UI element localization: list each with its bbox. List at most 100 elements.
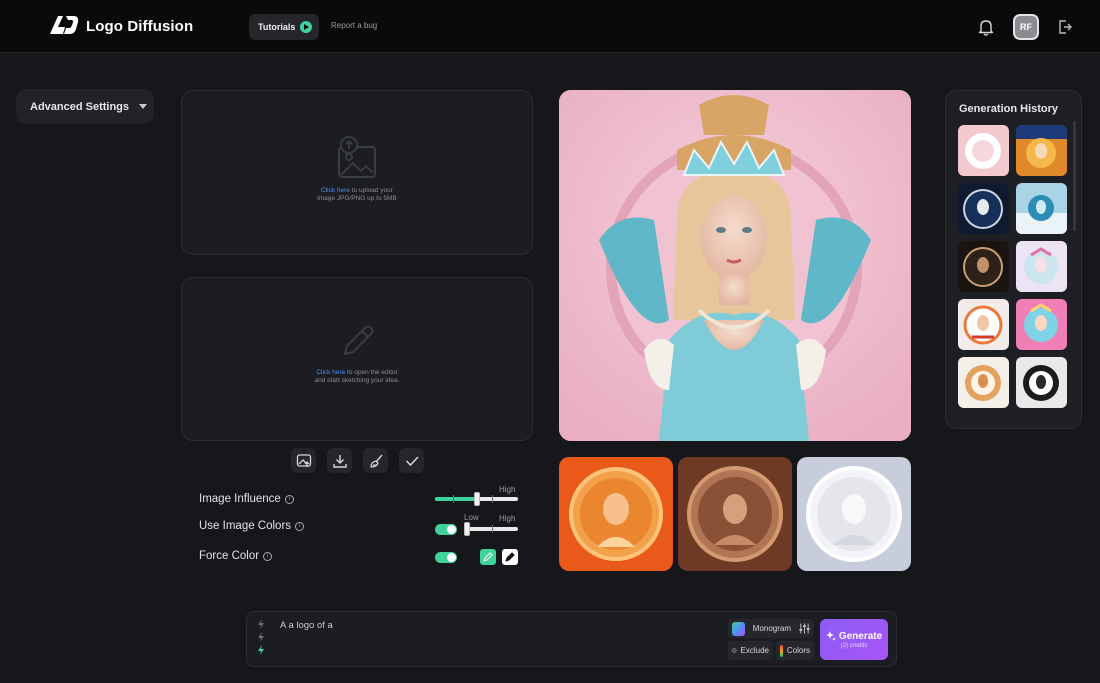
history-thumb-image (963, 305, 1003, 345)
tutorials-label: Tutorials (258, 22, 296, 32)
sparkle-icon (825, 631, 836, 641)
pencil-icon (344, 325, 374, 355)
history-thumb-image (1024, 303, 1058, 342)
advanced-settings-label: Advanced Settings (30, 100, 130, 113)
minus-circle-icon (732, 648, 737, 653)
history-thumb-image (1016, 125, 1067, 168)
prompt-strength-indicator[interactable] (257, 619, 265, 655)
chevron-down-icon (139, 104, 148, 109)
confirm-button[interactable] (399, 448, 424, 473)
history-thumb[interactable] (1016, 299, 1067, 350)
slider-tick (492, 495, 493, 503)
image-influence-row: Image Influence i (199, 493, 294, 505)
history-thumb[interactable] (958, 357, 1009, 408)
report-bug-link[interactable]: Report a bug (331, 21, 377, 30)
top-header: Logo Diffusion Tutorials Report a bug RF (0, 0, 1100, 53)
history-thumb[interactable] (1016, 241, 1067, 292)
generation-history-title: Generation History (959, 103, 1059, 115)
use-image-colors-label: Use Image Colors (199, 520, 292, 532)
check-icon (405, 455, 419, 466)
history-thumb[interactable] (958, 183, 1009, 234)
variant-orange[interactable] (559, 457, 673, 571)
history-thumb-image (1023, 365, 1059, 401)
color-picker-green[interactable] (480, 549, 496, 565)
force-color-label: Force Color (199, 550, 260, 562)
user-avatar[interactable]: RF (1013, 14, 1039, 40)
scrollbar-thumb[interactable] (1073, 121, 1076, 231)
bolt-icon (258, 619, 264, 629)
play-icon (300, 21, 313, 33)
history-thumb[interactable] (958, 299, 1009, 350)
history-thumb-image (965, 365, 1001, 401)
logo-mark-icon (50, 16, 79, 34)
use-image-colors-high-label: High (499, 514, 516, 523)
generate-label: Generate (838, 630, 883, 642)
sketch-click-link[interactable]: Click here (316, 369, 345, 376)
prompt-bar: A a logo of a Monogram Exclude Colors Ge… (246, 611, 897, 667)
monogram-style-icon (732, 621, 745, 636)
color-palette-icon (780, 644, 783, 657)
history-thumb-image (963, 247, 1003, 287)
app-name: Logo Diffusion (86, 17, 194, 35)
advanced-settings-dropdown[interactable]: Advanced Settings (16, 89, 154, 124)
variant-white[interactable] (797, 457, 911, 571)
sketch-editor-area[interactable]: Click here to open the editor and start … (181, 277, 533, 441)
app-logo[interactable]: Logo Diffusion (48, 14, 193, 38)
info-icon[interactable]: i (284, 494, 294, 504)
credits-label: (2) credits (840, 642, 868, 649)
main-generated-image[interactable] (559, 90, 911, 441)
upload-click-link[interactable]: Click here (321, 187, 350, 194)
sliders-icon (799, 623, 810, 634)
download-icon (332, 454, 347, 468)
prompt-input[interactable]: A a logo of a (280, 620, 333, 631)
logout-icon[interactable] (1057, 19, 1073, 35)
exclude-button[interactable]: Exclude (728, 641, 773, 660)
colors-label: Colors (786, 646, 810, 655)
image-influence-knob[interactable] (474, 492, 480, 506)
replace-image-button[interactable] (291, 448, 316, 473)
tutorials-button[interactable]: Tutorials (249, 14, 319, 40)
force-color-toggle[interactable] (435, 552, 457, 563)
variant-brown-image (678, 457, 792, 571)
bell-icon[interactable] (977, 18, 995, 36)
image-upload-dropzone[interactable]: Click here to upload your image JPG/PNG … (181, 90, 533, 255)
clear-button[interactable] (363, 448, 388, 473)
upload-hint: Click here to upload your image JPG/PNG … (182, 187, 532, 203)
image-influence-fill (435, 497, 477, 501)
image-upload-icon (338, 136, 376, 178)
variant-brown[interactable] (678, 457, 792, 571)
style-selector[interactable]: Monogram (728, 619, 814, 638)
color-picker-white[interactable] (502, 549, 518, 565)
history-thumb[interactable] (1016, 125, 1067, 176)
queen-portrait-image (559, 90, 911, 441)
use-image-colors-low-label: Low (464, 513, 479, 522)
history-thumb[interactable] (958, 241, 1009, 292)
slider-tick (453, 495, 454, 503)
history-thumb[interactable] (958, 125, 1009, 176)
info-icon[interactable]: i (295, 521, 305, 531)
history-scrollbar[interactable] (1073, 121, 1076, 421)
eyedropper-icon (483, 552, 493, 562)
generation-history-panel: Generation History (945, 90, 1082, 429)
image-influence-high-label: High (499, 485, 516, 494)
generate-button[interactable]: Generate (2) credits (820, 619, 888, 660)
history-thumb[interactable] (1016, 357, 1067, 408)
sketch-hint-line2: and start sketching your idea. (314, 377, 400, 384)
history-thumb[interactable] (1016, 183, 1067, 234)
upload-hint-line2: image JPG/PNG up to 5MB (317, 195, 397, 202)
variant-white-image (797, 457, 911, 571)
generate-label-row: Generate (825, 630, 883, 642)
colors-button[interactable]: Colors (776, 641, 814, 660)
image-influence-slider[interactable] (435, 492, 518, 506)
slider-tick (492, 525, 493, 533)
use-image-colors-slider[interactable] (464, 522, 518, 536)
use-image-colors-knob[interactable] (464, 522, 470, 536)
use-image-colors-toggle[interactable] (435, 524, 457, 535)
info-icon[interactable]: i (263, 551, 273, 561)
force-color-row: Force Color i (199, 550, 273, 562)
download-button[interactable] (327, 448, 352, 473)
variant-orange-image (559, 457, 673, 571)
image-swap-icon (296, 453, 311, 467)
history-thumb-image (963, 189, 1003, 229)
bolt-icon (258, 645, 264, 655)
